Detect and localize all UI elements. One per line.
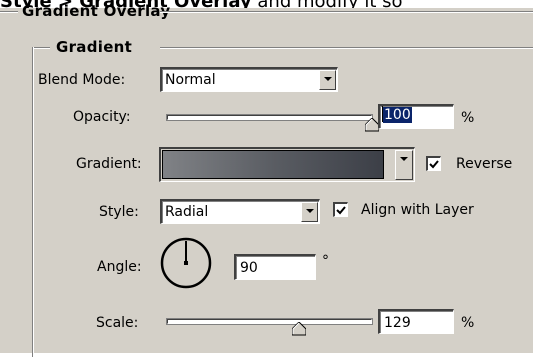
opacity-input[interactable]: 100: [378, 104, 454, 129]
opacity-value: 100: [383, 107, 412, 123]
inner-group-border-vertical: [32, 47, 34, 357]
inner-group-title: Gradient: [56, 38, 133, 56]
inner-group-border-right: [160, 47, 533, 49]
blend-mode-value: Normal: [165, 72, 216, 88]
gradient-label: Gradient:: [76, 156, 142, 172]
align-with-layer-checkbox[interactable]: [333, 202, 348, 217]
scale-slider-track[interactable]: [167, 319, 372, 324]
gradient-preview-swatch[interactable]: [162, 150, 384, 179]
checkmark-icon: [429, 160, 439, 169]
reverse-checkbox[interactable]: [426, 156, 441, 171]
blend-mode-label: Blend Mode:: [38, 72, 126, 88]
align-with-layer-label: Align with Layer: [361, 202, 474, 218]
inner-group-border-left: [32, 47, 50, 49]
style-label: Style:: [99, 204, 139, 220]
style-dropdown-icon[interactable]: [301, 202, 318, 222]
gradient-dropdown-icon[interactable]: [395, 150, 413, 180]
angle-input[interactable]: 90: [234, 254, 316, 280]
blend-mode-select[interactable]: Normal: [160, 67, 338, 92]
blend-mode-dropdown-icon[interactable]: [319, 70, 336, 90]
opacity-slider-thumb[interactable]: [365, 118, 379, 132]
scale-unit: %: [461, 315, 475, 331]
scale-label: Scale:: [96, 315, 139, 331]
opacity-label: Opacity:: [73, 109, 131, 125]
outer-group-title: Gradient Overlay: [22, 2, 171, 20]
outer-group-border-left: [0, 11, 18, 13]
angle-unit: °: [322, 253, 329, 269]
checkmark-icon: [336, 206, 346, 215]
scale-slider-thumb[interactable]: [291, 322, 306, 336]
angle-label: Angle:: [97, 259, 142, 275]
opacity-slider-track[interactable]: [167, 115, 372, 120]
scale-value: 129: [384, 315, 411, 331]
angle-dial[interactable]: [159, 235, 213, 291]
style-select[interactable]: Radial: [160, 199, 320, 224]
gradient-picker[interactable]: [159, 147, 415, 182]
angle-value: 90: [240, 260, 258, 276]
gradient-overlay-panel: Gradient Overlay Gradient Blend Mode: No…: [0, 2, 533, 357]
reverse-label: Reverse: [456, 156, 513, 172]
outer-group-border-right: [160, 11, 533, 13]
style-value: Radial: [165, 204, 209, 220]
scale-input[interactable]: 129: [378, 309, 454, 334]
opacity-unit: %: [461, 110, 475, 126]
